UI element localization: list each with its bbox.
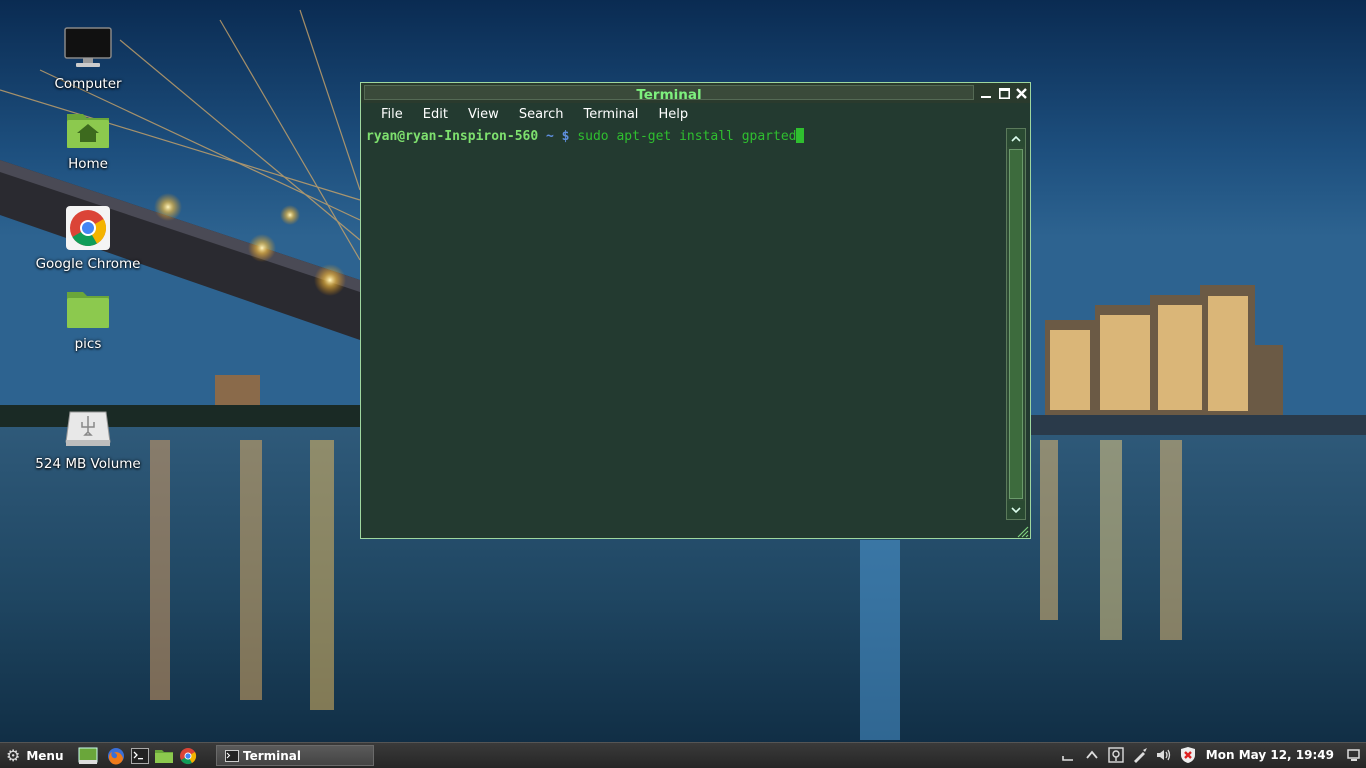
terminal-window[interactable]: Terminal File Edit View Search Terminal … [360, 82, 1031, 539]
desktop-icon-label: Computer [54, 76, 122, 92]
window-list-icon[interactable] [1059, 746, 1077, 764]
command-text: sudo apt-get install gparted [577, 129, 797, 144]
terminal-icon [225, 749, 239, 762]
desktop-icon-label: pics [74, 336, 102, 352]
close-icon [1015, 87, 1027, 99]
pen-icon[interactable] [1131, 746, 1149, 764]
arrow-up-icon[interactable] [1083, 746, 1101, 764]
clock[interactable]: Mon May 12, 19:49 [1206, 748, 1334, 762]
prompt-path: ~ $ [546, 129, 570, 144]
menu-terminal[interactable]: Terminal [573, 103, 648, 127]
menu-view[interactable]: View [458, 103, 509, 127]
files-icon[interactable] [154, 746, 174, 766]
firefox-icon[interactable] [106, 746, 126, 766]
chrome-icon [60, 204, 116, 252]
chrome-icon[interactable] [178, 746, 198, 766]
title-frame: Terminal [364, 85, 974, 103]
close-button[interactable] [1013, 85, 1029, 101]
menu-label: Menu [26, 748, 64, 763]
minimize-icon [981, 96, 991, 98]
taskbar: ⚙ Menu Terminal Mon May 12, 19:49 [0, 742, 1366, 768]
menu-help[interactable]: Help [648, 103, 698, 127]
minimize-button[interactable] [978, 85, 994, 101]
text-cursor [796, 128, 805, 143]
window-titlebar[interactable]: Terminal [361, 83, 1030, 103]
resize-grip-icon[interactable] [1015, 523, 1029, 538]
desktop-icon-label: Home [68, 156, 108, 172]
scroll-down-button[interactable] [1007, 501, 1025, 519]
system-tray: Mon May 12, 19:49 [1056, 743, 1366, 767]
prompt-user-host: ryan@ryan-Inspiron-560 [366, 129, 539, 144]
desktop-icon-524mb-volume[interactable]: 524 MB Volume [18, 404, 158, 472]
desktop-switcher-icon[interactable] [1345, 746, 1363, 764]
home-folder-icon [60, 104, 116, 152]
menu-search[interactable]: Search [509, 103, 574, 127]
monitor-icon [60, 24, 116, 72]
taskbar-item-terminal[interactable]: Terminal [216, 745, 374, 766]
scroll-up-button[interactable] [1007, 129, 1025, 147]
menu-bar: File Edit View Search Terminal Help [361, 103, 1030, 127]
desktop-icon-label: Google Chrome [35, 256, 141, 272]
shield-icon[interactable] [1179, 746, 1197, 764]
terminal-output[interactable]: ryan@ryan-Inspiron-560 ~ $ sudo apt-get … [364, 127, 1006, 534]
start-menu-button[interactable]: ⚙ Menu [6, 746, 64, 765]
vertical-scrollbar[interactable] [1006, 128, 1026, 520]
scroll-thumb[interactable] [1009, 149, 1023, 499]
gear-icon: ⚙ [6, 746, 21, 765]
usb-drive-icon [60, 404, 116, 452]
network-icon[interactable] [1107, 746, 1125, 764]
desktop-icon-computer[interactable]: Computer [18, 24, 158, 92]
menu-edit[interactable]: Edit [413, 103, 458, 127]
show-desktop-icon[interactable] [78, 746, 98, 766]
chevron-down-icon [1011, 506, 1021, 513]
maximize-icon [998, 87, 1010, 99]
menu-file[interactable]: File [371, 103, 413, 127]
terminal-icon[interactable] [130, 746, 150, 766]
chevron-up-icon [1011, 135, 1021, 142]
taskbar-item-label: Terminal [243, 748, 302, 763]
desktop-icon-label: 524 MB Volume [35, 456, 141, 472]
desktop-icon-home[interactable]: Home [18, 104, 158, 172]
folder-icon [60, 284, 116, 332]
volume-icon[interactable] [1155, 746, 1173, 764]
desktop-icon-google-chrome[interactable]: Google Chrome [18, 204, 158, 272]
maximize-button[interactable] [996, 85, 1012, 101]
desktop-icon-pics[interactable]: pics [18, 284, 158, 352]
